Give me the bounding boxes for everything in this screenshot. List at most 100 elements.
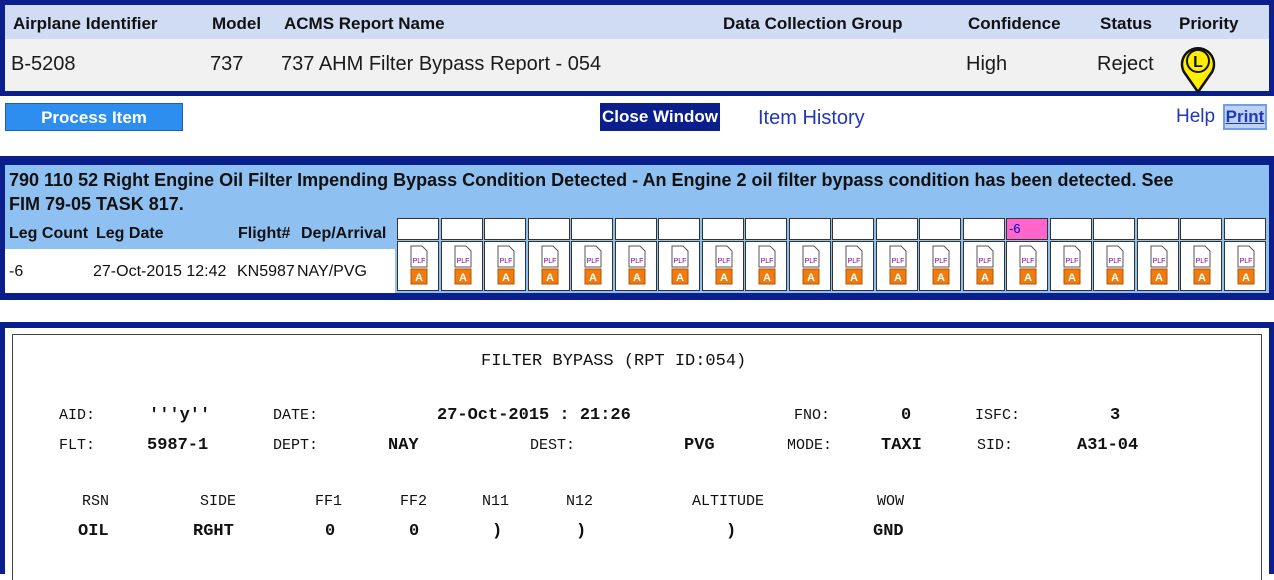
leg-grid-label-cell — [440, 218, 483, 240]
plf-icon-badge: A — [937, 272, 945, 284]
header-data-collection-group: Data Collection Group — [723, 14, 903, 33]
plf-icon-label: PLF — [1196, 258, 1209, 265]
leg-history-grid: PLF A PLF A PLF A PLF A PLF A PLF A PLF A PLF A PLF A PLF A… — [397, 218, 1269, 293]
leg-grid-report-cell: PLF A — [701, 241, 744, 291]
item-summary-panel: Airplane Identifier Model ACMS Report Na… — [0, 0, 1274, 96]
dest-value: PVG — [684, 436, 715, 455]
leg-grid-label-cell — [1093, 218, 1135, 240]
plf-report-icon[interactable]: PLF A — [1019, 245, 1037, 285]
plf-report-icon[interactable]: PLF A — [1106, 245, 1124, 285]
leg-grid-report-cell: PLF A — [832, 241, 874, 291]
date-value: 27-Oct-2015 : 21:26 — [437, 406, 631, 425]
plf-report-icon[interactable]: PLF A — [758, 245, 776, 285]
plf-report-icon[interactable]: PLF A — [1193, 245, 1211, 285]
isfc-value: 3 — [1110, 406, 1121, 425]
plf-icon-label: PLF — [978, 258, 991, 265]
plf-icon-badge: A — [981, 272, 989, 284]
plf-icon-badge: A — [720, 272, 728, 284]
leg-count: -6 — [9, 263, 24, 280]
leg-grid-label-cell — [1180, 218, 1222, 240]
mode-label: MODE: — [787, 437, 833, 454]
ff1-value: 0 — [325, 522, 336, 541]
plf-report-icon[interactable]: PLF A — [932, 245, 950, 285]
plf-report-icon[interactable]: PLF A — [1063, 245, 1081, 285]
message-body: 790 110 52 Right Engine Oil Filter Impen… — [5, 165, 1269, 293]
leg-row[interactable]: -6 27-Oct-2015 12:42 KN5987 NAY/PVG — [5, 249, 395, 293]
leg-grid-column: PLF A — [658, 218, 700, 291]
leg-grid-label-cell — [484, 218, 526, 240]
plf-report-icon[interactable]: PLF A — [454, 245, 472, 285]
plf-report-icon[interactable]: PLF A — [497, 245, 515, 285]
plf-icon-label: PLF — [674, 258, 687, 265]
dept-label: DEPT: — [273, 437, 319, 454]
print-button[interactable]: Print — [1223, 104, 1267, 130]
plf-report-icon[interactable]: PLF A — [584, 245, 602, 285]
plf-icon-label: PLF — [717, 258, 730, 265]
plf-icon-badge: A — [1198, 272, 1206, 284]
dept-value: NAY — [388, 436, 419, 455]
header-status: Status — [1100, 14, 1152, 33]
help-link[interactable]: Help — [1176, 106, 1215, 128]
leg-grid-label-cell — [527, 218, 570, 240]
plf-report-icon[interactable]: PLF A — [976, 245, 994, 285]
plf-icon-label: PLF — [1152, 258, 1165, 265]
leg-grid-label-cell — [745, 218, 787, 240]
leg-grid-label-cell — [832, 218, 874, 240]
leg-grid-label-cell — [1049, 218, 1092, 240]
leg-grid-report-cell: PLF A — [788, 241, 831, 291]
flt-label: FLT: — [59, 437, 96, 454]
plf-icon-label: PLF — [761, 258, 774, 265]
leg-grid-report-cell: PLF A — [397, 241, 439, 291]
plf-report-icon[interactable]: PLF A — [410, 245, 428, 285]
header-confidence: Confidence — [968, 14, 1061, 33]
leg-grid-column: PLF A — [832, 218, 874, 291]
item-history-link[interactable]: Item History — [758, 107, 865, 130]
isfc-label: ISFC: — [975, 407, 1021, 424]
leg-grid-label-cell — [658, 218, 700, 240]
aid-value: '''y'' — [149, 406, 211, 425]
item-summary-table: Airplane Identifier Model ACMS Report Na… — [5, 5, 1269, 94]
plf-report-icon[interactable]: PLF A — [671, 245, 689, 285]
col-n12-label: N12 — [566, 493, 594, 510]
leg-grid-report-cell: PLF A — [1093, 241, 1135, 291]
plf-report-icon[interactable]: PLF A — [1237, 245, 1255, 285]
mode-value: TAXI — [881, 436, 922, 455]
plf-icon-label: PLF — [848, 258, 861, 265]
leg-grid-column: PLF A — [1049, 218, 1092, 291]
plf-icon-badge: A — [807, 272, 815, 284]
table-row[interactable]: B-5208 737 737 AHM Filter Bypass Report … — [5, 39, 1269, 94]
plf-icon-badge: A — [676, 272, 684, 284]
plf-icon-badge: A — [1068, 272, 1076, 284]
plf-icon-label: PLF — [1109, 258, 1122, 265]
leg-grid-report-cell: PLF A — [962, 241, 1005, 291]
plf-report-icon[interactable]: PLF A — [845, 245, 863, 285]
plf-report-icon[interactable]: PLF A — [628, 245, 646, 285]
process-item-button[interactable]: Process Item — [5, 103, 183, 131]
plf-report-icon[interactable]: PLF A — [541, 245, 559, 285]
leg-grid-label-cell — [919, 218, 961, 240]
fno-label: FNO: — [794, 407, 831, 424]
plf-report-icon[interactable]: PLF A — [1150, 245, 1168, 285]
header-flight: Flight# — [238, 225, 291, 242]
plf-icon-label: PLF — [891, 258, 904, 265]
plf-report-icon[interactable]: PLF A — [889, 245, 907, 285]
close-window-button[interactable]: Close Window — [600, 103, 720, 131]
altitude-value: ) — [726, 522, 737, 541]
plf-report-icon[interactable]: PLF A — [802, 245, 820, 285]
header-leg-count: Leg Count — [9, 225, 89, 242]
plf-icon-badge: A — [850, 272, 858, 284]
report-panel: FILTER BYPASS (RPT ID:054) AID: '''y'' D… — [0, 322, 1274, 580]
flt-value: 5987-1 — [147, 436, 209, 455]
leg-grid-column: PLF A — [701, 218, 744, 291]
leg-grid-label-cell — [701, 218, 744, 240]
col-ff1-label: FF1 — [315, 493, 343, 510]
leg-grid-column: PLF A — [397, 218, 439, 291]
header-model: Model — [212, 14, 262, 33]
leg-grid-label-cell — [614, 218, 657, 240]
leg-grid-label-cell — [962, 218, 1005, 240]
report-title: FILTER BYPASS (RPT ID:054) — [481, 352, 747, 371]
plf-icon-badge: A — [1024, 272, 1032, 284]
plf-report-icon[interactable]: PLF A — [715, 245, 733, 285]
dep-arrival: NAY/PVG — [297, 263, 367, 280]
col-wow-label: WOW — [877, 493, 905, 510]
